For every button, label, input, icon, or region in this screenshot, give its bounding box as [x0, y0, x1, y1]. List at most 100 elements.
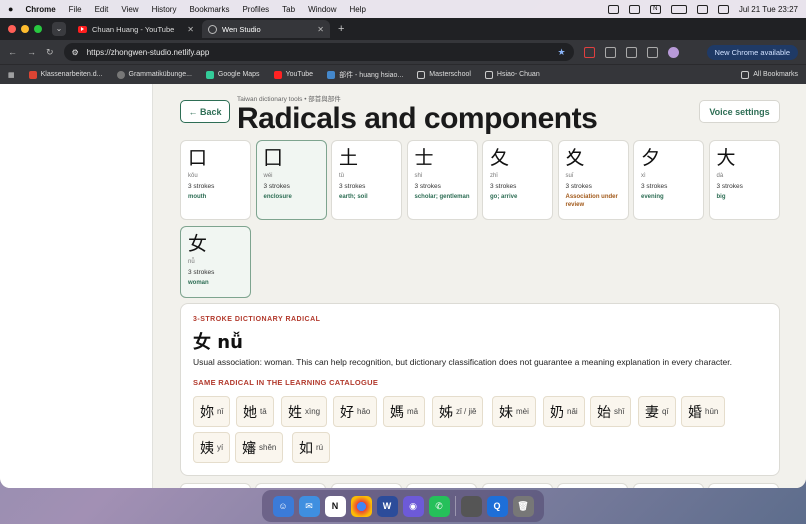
menu-edit[interactable]: Edit — [95, 5, 109, 14]
radical-card[interactable]: 夊 suī 3 strokes Association under review — [557, 140, 629, 220]
close-tab-icon[interactable]: ✕ — [187, 25, 194, 34]
bookmark-label: YouTube — [285, 71, 314, 78]
word-icon[interactable]: W — [376, 495, 398, 517]
disk-icon[interactable] — [460, 495, 482, 517]
character-chip[interactable]: 姊 zǐ / jiě — [432, 396, 484, 427]
tab-youtube[interactable]: Chuan Huang - YouTube ✕ — [72, 20, 200, 38]
peek-card — [406, 483, 477, 488]
side-panel-icon[interactable] — [646, 46, 658, 58]
menu-history[interactable]: History — [152, 5, 177, 14]
reload-icon[interactable]: ↻ — [46, 47, 54, 58]
chip-char: 姨 — [200, 440, 214, 457]
character-chip[interactable]: 姨 yí — [193, 432, 231, 463]
character-chip[interactable]: 好 hǎo — [333, 396, 378, 427]
quicktime-icon[interactable]: Q — [486, 495, 508, 517]
chrome-icon[interactable] — [350, 495, 372, 517]
menubar-datetime[interactable]: Jul 21 Tue 23:27 — [739, 5, 798, 14]
bookmark-item[interactable]: Hsiao- Chuan — [484, 70, 540, 79]
voice-settings-button[interactable]: Voice settings — [699, 100, 780, 123]
mail-icon[interactable]: ✉ — [298, 495, 320, 517]
status-icon-1[interactable] — [607, 4, 619, 14]
menu-file[interactable]: File — [69, 5, 82, 14]
radical-card-selected[interactable]: 女 nǚ 3 strokes woman — [180, 226, 251, 298]
close-window-icon[interactable] — [8, 25, 16, 33]
battery-icon[interactable] — [670, 4, 687, 14]
character-chip[interactable]: 妻 qī — [638, 396, 676, 427]
menu-tab[interactable]: Tab — [282, 5, 295, 14]
notion-icon[interactable]: N — [649, 4, 661, 14]
menu-bookmarks[interactable]: Bookmarks — [189, 5, 229, 14]
radical-strokes: 3 strokes — [263, 183, 290, 190]
tab-search-icon[interactable]: ⌄ — [52, 22, 66, 36]
bookmark-item[interactable]: Masterschool — [417, 70, 471, 79]
menu-help[interactable]: Help — [350, 5, 366, 14]
radical-card[interactable]: 夂 zhǐ 3 strokes go; arrive — [482, 140, 553, 220]
new-chrome-available-button[interactable]: New Chrome available — [706, 44, 798, 60]
radical-card[interactable]: 大 dà 3 strokes big — [708, 140, 780, 220]
radical-card[interactable]: 土 tǔ 3 strokes earth; soil — [331, 140, 402, 220]
character-chip[interactable]: 妳 nǐ — [193, 396, 231, 427]
radical-pinyin: shì — [414, 173, 423, 179]
whatsapp-icon[interactable]: ✆ — [428, 495, 450, 517]
macos-menubar: ● Chrome File Edit View History Bookmark… — [0, 0, 806, 18]
site-info-icon[interactable]: ⚙ — [72, 48, 79, 57]
character-chip[interactable]: 妹 mèi — [492, 396, 536, 427]
menu-window[interactable]: Window — [308, 5, 336, 14]
discord-icon[interactable]: ◉ — [402, 495, 424, 517]
close-tab-icon[interactable]: ✕ — [317, 25, 324, 34]
chip-char: 她 — [243, 404, 257, 421]
character-chip[interactable]: 如 rú — [292, 432, 331, 463]
menu-app[interactable]: Chrome — [25, 5, 55, 14]
character-chip[interactable]: 始 shǐ — [590, 396, 632, 427]
wifi-icon[interactable] — [696, 4, 708, 14]
bookmark-item[interactable]: Klassenarbeiten.d... — [28, 70, 103, 79]
finder-icon[interactable]: ☺ — [272, 495, 294, 517]
all-bookmarks-button[interactable]: All Bookmarks — [741, 70, 798, 79]
apple-icon[interactable]: ● — [8, 4, 13, 14]
peek-card — [255, 483, 326, 488]
radical-card[interactable]: 口 kǒu 3 strokes mouth — [180, 140, 251, 220]
back-button[interactable]: ← Back — [180, 100, 230, 123]
radical-meaning: go; arrive — [490, 194, 518, 200]
notion-icon — [484, 70, 493, 79]
pen-extension-icon[interactable] — [604, 46, 616, 58]
minimize-window-icon[interactable] — [21, 25, 29, 33]
trash-icon[interactable]: 🗑 — [512, 495, 534, 517]
character-chip[interactable]: 她 tā — [236, 396, 274, 427]
bookmark-item[interactable]: 部件 - huang hsiao... — [327, 70, 403, 80]
shield-extension-icon[interactable] — [583, 46, 595, 58]
apps-grid-icon[interactable]: ▦ — [8, 71, 15, 79]
tab-wen-studio[interactable]: Wen Studio ✕ — [202, 20, 330, 38]
bookmark-label: Klassenarbeiten.d... — [40, 71, 103, 78]
bookmark-item[interactable]: Grammatikübunge... — [116, 70, 192, 79]
forward-arrow-icon[interactable]: → — [27, 47, 36, 57]
radical-card[interactable]: 囗 wéi 3 strokes enclosure — [255, 140, 327, 220]
chip-char: 好 — [340, 404, 354, 421]
chip-pinyin: nǐ — [217, 407, 224, 416]
peek-card — [180, 483, 251, 488]
radical-strokes: 3 strokes — [188, 269, 215, 276]
bookmark-item[interactable]: YouTube — [273, 70, 314, 79]
character-chip[interactable]: 婚 hūn — [681, 396, 726, 427]
character-chip[interactable]: 媽 mā — [383, 396, 426, 427]
new-tab-icon[interactable]: + — [338, 23, 344, 35]
menu-view[interactable]: View — [121, 5, 138, 14]
character-chip[interactable]: 奶 nǎi — [543, 396, 585, 427]
character-chip[interactable]: 姓 xìng — [281, 396, 328, 427]
status-icon-2[interactable] — [628, 4, 640, 14]
bookmark-star-icon[interactable]: ★ — [557, 47, 565, 58]
radical-card[interactable]: 夕 xì 3 strokes evening — [633, 140, 704, 220]
control-center-icon[interactable] — [717, 4, 729, 14]
radical-strokes: 3 strokes — [490, 183, 517, 190]
menu-profiles[interactable]: Profiles — [242, 5, 269, 14]
puzzle-extension-icon[interactable] — [625, 46, 637, 58]
page-viewport: ← Back Taiwan dictionary tools • 部首與部件 R… — [0, 84, 806, 488]
bookmark-item[interactable]: Google Maps — [205, 70, 260, 79]
maximize-window-icon[interactable] — [34, 25, 42, 33]
back-arrow-icon[interactable]: ← — [8, 47, 17, 57]
notion-icon[interactable]: N — [324, 495, 346, 517]
profile-avatar-icon[interactable] — [667, 46, 679, 58]
address-bar[interactable]: ⚙ https://zhongwen-studio.netlify.app ★ — [63, 43, 574, 61]
radical-card[interactable]: 士 shì 3 strokes scholar; gentleman — [406, 140, 478, 220]
character-chip[interactable]: 嬸 shěn — [235, 432, 284, 463]
